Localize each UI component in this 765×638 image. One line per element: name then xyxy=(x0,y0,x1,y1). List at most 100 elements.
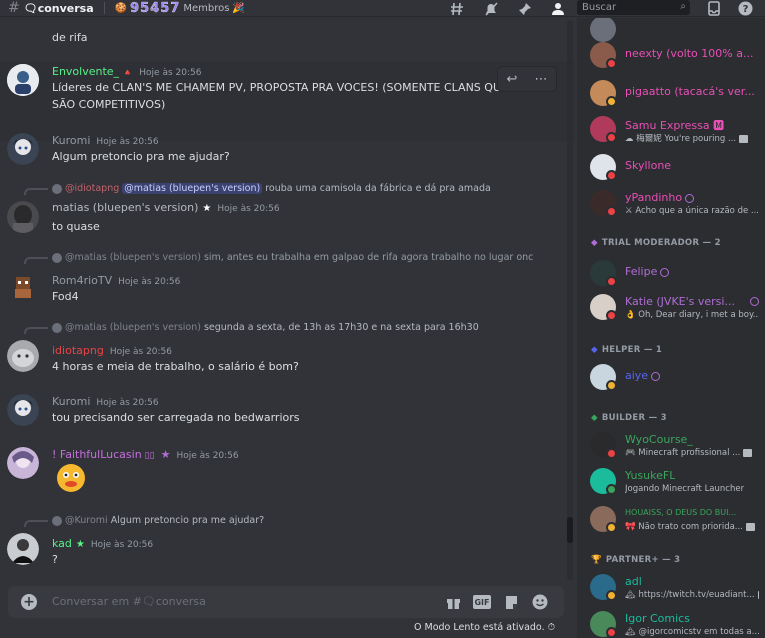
message-timestamp: Hoje às 20:56 xyxy=(118,277,181,287)
reply-preview[interactable]: @matias (bluepen's version) segunda a se… xyxy=(52,322,479,333)
topic-suffix: Membros xyxy=(183,2,230,14)
emoji-icon[interactable] xyxy=(531,593,549,611)
members-icon[interactable] xyxy=(550,1,567,16)
member-item[interactable]: Katie (JVKE's versi... 👌 Oh, Dear diary,… xyxy=(577,290,765,330)
topic-emoji-icon: 🍪 xyxy=(114,2,128,14)
reply-preview[interactable]: @matias (bluepen's version) sim, antes e… xyxy=(52,252,533,263)
message-actions: ↩ ⋯ xyxy=(497,66,557,92)
avatar[interactable] xyxy=(7,64,39,96)
idle-status-icon xyxy=(606,590,617,601)
avatar[interactable] xyxy=(7,340,39,372)
message-timestamp: Hoje às 20:56 xyxy=(109,347,173,357)
member-name: aiye xyxy=(625,369,661,382)
avatar[interactable] xyxy=(7,133,39,165)
card-icon xyxy=(739,134,749,143)
sticker-icon[interactable] xyxy=(502,593,520,611)
role-icon: ★ xyxy=(160,448,171,461)
search-icon: ⌕ xyxy=(680,1,686,12)
search-input[interactable]: Buscar ⌕ xyxy=(577,0,690,15)
reply-author: @idiotapng xyxy=(65,183,120,194)
message-author[interactable]: kad ★ Hoje às 20:56 xyxy=(52,537,153,550)
role-header: ◆ TRIAL MODERADOR — 2 xyxy=(591,238,721,248)
gif-button[interactable]: GIF xyxy=(473,593,491,611)
reply-preview[interactable]: @Kuromi Algum pretoncio pra me ajudar? xyxy=(52,515,264,526)
member-item[interactable]: aiye xyxy=(577,360,765,400)
member-name: neexty (volto 100% a... xyxy=(625,47,754,60)
dnd-status-icon xyxy=(606,170,617,181)
message-list[interactable]: de rifa Envolvente_ 🔺 Hoje às 20:56 Lídere… xyxy=(0,18,575,583)
gift-icon[interactable] xyxy=(444,593,462,611)
channel-topic[interactable]: 🍪 95457 Membros 🎉 xyxy=(114,0,245,16)
member-item[interactable]: neexty (volto 100% a... xyxy=(577,38,765,78)
member-item[interactable]: YusukeFL Jogando Minecraft Launcher xyxy=(577,464,765,504)
help-icon[interactable]: ? xyxy=(737,1,754,16)
member-activity: ☁ 梅爾妮 You're pouring ... xyxy=(625,132,749,144)
more-icon[interactable]: ⋯ xyxy=(534,72,547,87)
member-name-text: Felipe xyxy=(625,265,658,278)
activity-text: 🎀 Não trato com priorida... xyxy=(625,522,743,532)
message-text: ? xyxy=(52,553,58,566)
author-name: ! FaithfulLucasin xyxy=(52,448,142,461)
member-name: yPandinho xyxy=(625,191,695,204)
card-icon xyxy=(757,590,759,599)
message-composer[interactable]: + Conversar em #🗨conversa GIF xyxy=(8,586,564,618)
member-item[interactable]: WyoCourse_ 🎮 Minecraft profissional ... xyxy=(577,428,765,468)
role-header-label: BUILDER — 3 xyxy=(601,413,667,423)
message-author[interactable]: idiotapng Hoje às 20:56 xyxy=(52,344,172,357)
avatar[interactable] xyxy=(7,201,39,233)
message-author[interactable]: Kuromi Hoje às 20:56 xyxy=(52,134,159,147)
message-author[interactable]: matias (bluepen's version) ★ Hoje às 20:56 xyxy=(52,201,280,214)
avatar[interactable] xyxy=(7,533,39,565)
member-item[interactable]: adl 🏔 https://twitch.tv/euadiant... xyxy=(577,570,765,610)
dnd-status-icon xyxy=(606,58,617,69)
reply-mention: @matias (bluepen's version) xyxy=(122,183,263,194)
message-text: Líderes de CLAN'S ME CHAMEM PV, PROPOSTA… xyxy=(52,81,508,111)
reply-spine xyxy=(24,520,48,527)
member-activity: 🎮 Minecraft profissional ... xyxy=(625,448,753,458)
member-item[interactable]: HOUAISS, O DEUS DO BUI... 🎀 Não trato co… xyxy=(577,502,765,542)
pin-icon[interactable] xyxy=(516,1,533,16)
idle-status-icon xyxy=(606,522,617,533)
reply-text: rouba uma camisola da fábrica e dá pra a… xyxy=(265,183,491,194)
reply-avatar xyxy=(52,322,62,333)
member-item[interactable]: Skyllone xyxy=(577,150,765,190)
message-author[interactable]: Rom4rioTV Hoje às 20:56 xyxy=(52,274,180,287)
attach-plus-icon[interactable]: + xyxy=(21,594,37,610)
message-timestamp: Hoje às 20:56 xyxy=(139,68,202,78)
member-item[interactable]: pigaatto (tacacá's ver... xyxy=(577,76,765,116)
member-list[interactable]: neexty (volto 100% a... pigaatto (tacacá… xyxy=(577,18,765,638)
activity-text: ⚔ Acho que a única razão de ... xyxy=(625,206,759,216)
inbox-icon[interactable] xyxy=(705,1,722,16)
message-author[interactable]: Envolvente_ 🔺 Hoje às 20:56 xyxy=(52,65,201,78)
idle-status-icon xyxy=(606,380,617,391)
reply-author: @Kuromi xyxy=(65,515,108,526)
member-item[interactable]: Samu Expressa 🅼 ☁ 梅爾妮 You're pouring ... xyxy=(577,112,765,152)
message-text: tou precisando ser carregada no bedwarri… xyxy=(52,411,300,424)
message-timestamp: Hoje às 20:56 xyxy=(96,137,159,147)
author-name: matias (bluepen's version) xyxy=(52,201,199,214)
member-activity: 🏔 @igorcomicstv em todas a... xyxy=(625,627,759,637)
avatar[interactable] xyxy=(7,394,39,426)
reply-icon[interactable]: ↩ xyxy=(507,72,518,87)
chat-scrollbar-thumb[interactable] xyxy=(567,517,573,543)
message-timestamp: Hoje às 20:56 xyxy=(217,204,280,214)
avatar[interactable] xyxy=(7,447,39,479)
member-name-text: aiye xyxy=(625,369,649,382)
reply-author: @matias (bluepen's version) xyxy=(65,252,201,263)
reply-preview[interactable]: @idiotapng @matias (bluepen's version) r… xyxy=(52,183,491,194)
member-item[interactable]: yPandinho ⚔ Acho que a única razão de ..… xyxy=(577,186,765,226)
chat-scrollbar-track[interactable] xyxy=(567,20,573,580)
emoji-sticker[interactable] xyxy=(55,462,87,494)
avatar[interactable] xyxy=(7,270,39,302)
trophy-icon: 🏆 xyxy=(591,555,602,565)
threads-icon[interactable] xyxy=(448,1,465,16)
role-header: 🏆 PARTNER+ — 3 xyxy=(591,555,680,565)
message-author[interactable]: Kuromi Hoje às 20:56 xyxy=(52,395,159,408)
member-activity: Jogando Minecraft Launcher xyxy=(625,484,745,494)
mute-icon[interactable] xyxy=(482,1,499,16)
online-status-icon xyxy=(606,484,617,495)
member-activity: 🎀 Não trato com priorida... xyxy=(625,522,755,532)
message-author[interactable]: ! FaithfulLucasin ▯▯ ★ Hoje às 20:56 xyxy=(52,448,239,461)
member-count: 95457 xyxy=(130,0,181,16)
member-item[interactable]: Igor Comics 🏔 @igorcomicstv em todas a..… xyxy=(577,607,765,638)
